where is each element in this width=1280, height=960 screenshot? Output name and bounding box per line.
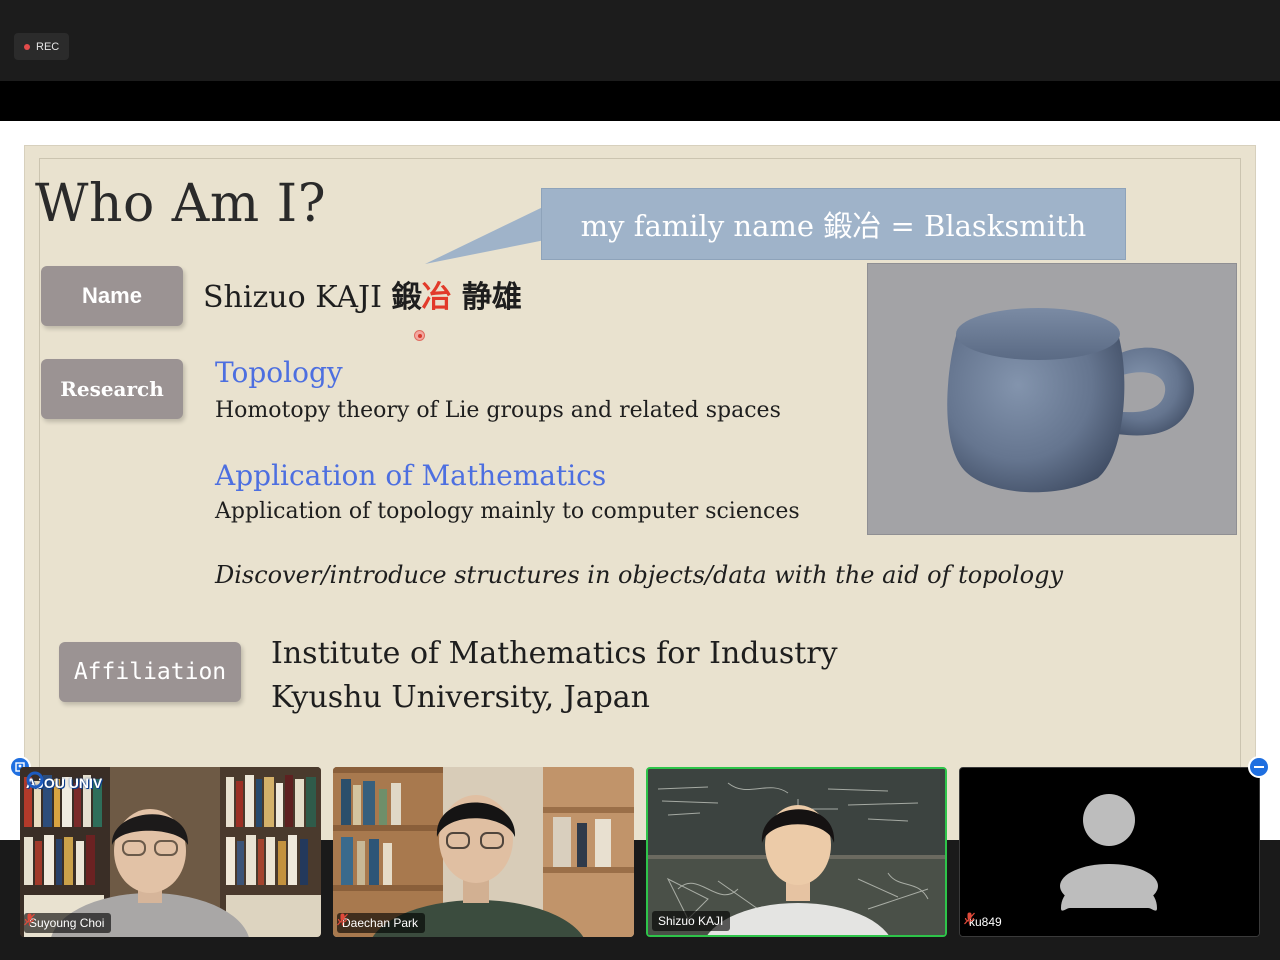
meeting-top-bar: REC	[0, 0, 1280, 81]
name-kanji-2: 冶	[421, 280, 452, 315]
ajou-univ-logo: AJOU UNIV	[26, 771, 102, 795]
research-label-text: Research	[60, 377, 164, 401]
participant-tile-shizuo-kaji[interactable]: Shizuo KAJI	[646, 767, 947, 937]
participant-tile-daechan-park[interactable]: Daechan Park	[333, 767, 634, 937]
callout-text: my family name 鍛冶 = Blasksmith	[580, 209, 1087, 243]
participant-name: Shizuo KAJI	[658, 914, 724, 928]
recording-label: REC	[36, 40, 60, 53]
minimize-icon[interactable]	[1248, 756, 1270, 778]
slide-title: Who Am I?	[35, 174, 327, 234]
affiliation-label: Affiliation	[59, 642, 241, 702]
affiliation-line-2: Kyushu University, Japan	[271, 680, 650, 715]
name-label: Name	[41, 266, 183, 326]
participant-video	[333, 767, 634, 937]
avatar-head-icon	[1083, 794, 1135, 846]
shared-screen: Who Am I? my family name 鍛冶 = Blasksmith…	[0, 121, 1280, 865]
research-label: Research	[41, 359, 183, 419]
family-name-callout: my family name 鍛冶 = Blasksmith	[541, 188, 1126, 260]
research-heading-topology: Topology	[215, 356, 343, 389]
recording-indicator[interactable]: REC	[14, 33, 70, 60]
participant-tile-suyoung-choi[interactable]: AJOU UNIV Suyoung Choi	[20, 767, 321, 937]
affiliation-line-1: Institute of Mathematics for Industry	[271, 636, 838, 671]
participant-name: Daechan Park	[342, 916, 419, 930]
presentation-slide: Who Am I? my family name 鍛冶 = Blasksmith…	[24, 145, 1256, 865]
name-label-text: Name	[82, 283, 142, 308]
ajou-logo-mark-icon	[26, 771, 44, 789]
name-kanji-3: 静雄	[451, 280, 522, 315]
research-text-application: Application of topology mainly to comput…	[215, 499, 800, 524]
callout-tail	[425, 206, 555, 264]
recording-dot-icon	[24, 43, 30, 50]
name-kanji-1: 鍛	[391, 280, 422, 315]
name-kanji: 鍛冶 静雄	[391, 280, 521, 315]
presenter-name: Shizuo KAJI 鍛冶 静雄	[203, 272, 522, 316]
share-letterbox-top	[0, 81, 1280, 121]
mug-torus-image	[867, 263, 1237, 535]
participant-name-tag: ku849	[964, 912, 1009, 932]
participant-name-tag: Suyoung Choi	[24, 913, 112, 933]
participant-name: Suyoung Choi	[29, 916, 105, 930]
mug-torus-drawing	[947, 308, 1195, 493]
avatar	[960, 768, 1259, 936]
participant-tile-ku849[interactable]: ku849	[959, 767, 1260, 937]
name-latin: Shizuo KAJI	[203, 280, 392, 315]
research-heading-application: Application of Mathematics	[215, 459, 607, 492]
laser-pointer-icon	[414, 330, 425, 341]
participant-name-tag: Daechan Park	[337, 913, 426, 933]
research-text-topology: Homotopy theory of Lie groups and relate…	[215, 398, 781, 423]
participant-name-tag: Shizuo KAJI	[652, 911, 731, 931]
mic-muted-icon	[337, 913, 348, 926]
affiliation-label-text: Affiliation	[73, 659, 227, 685]
research-motto: Discover/introduce structures in objects…	[215, 561, 1064, 589]
mic-muted-icon	[964, 912, 975, 925]
minimize-bar	[1254, 766, 1264, 768]
mic-muted-icon	[24, 913, 35, 926]
